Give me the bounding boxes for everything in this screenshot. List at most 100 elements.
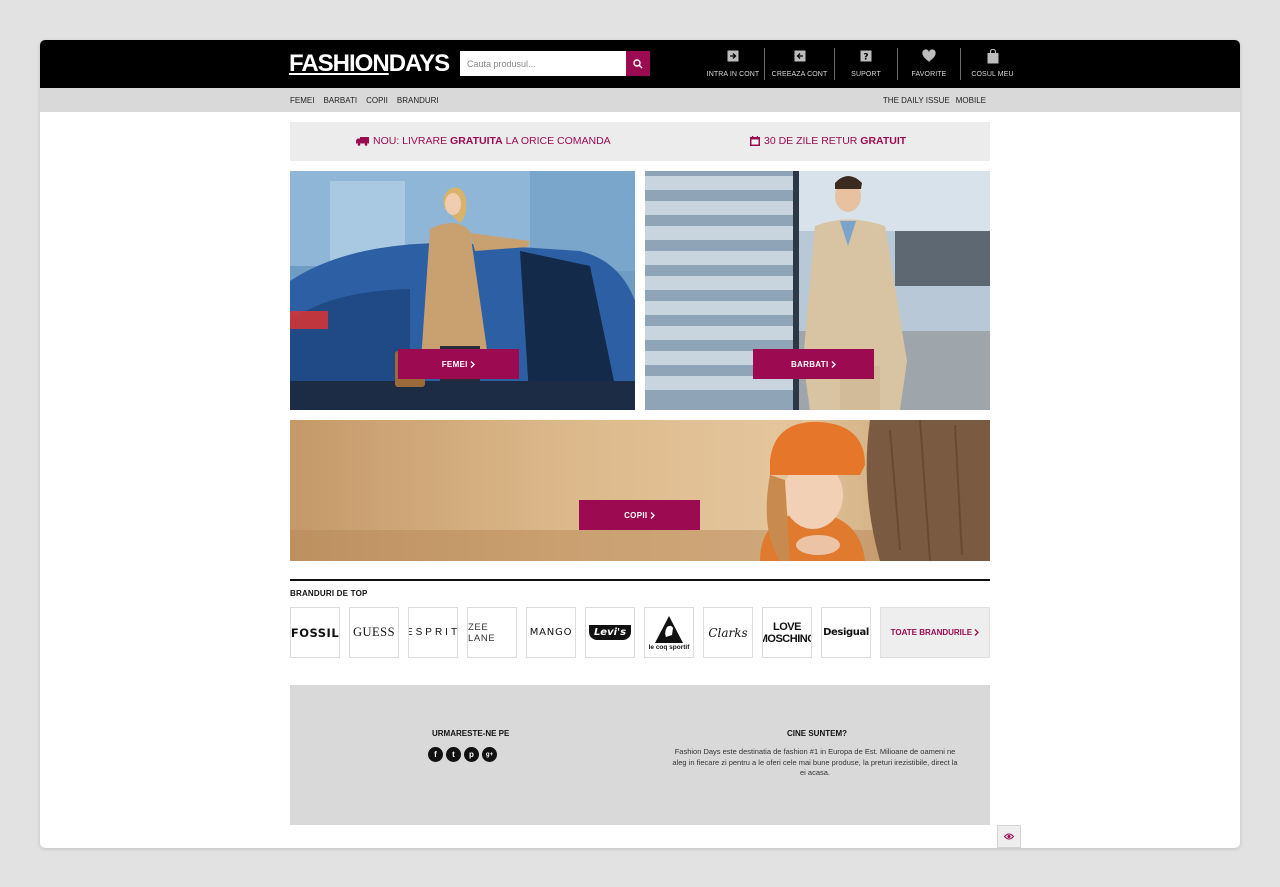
chevron-right-icon	[470, 360, 476, 368]
banner-men[interactable]: BARBATI	[645, 171, 990, 410]
all-brands-label: TOATE BRANDURILE	[890, 628, 973, 637]
chevron-right-icon	[831, 360, 836, 368]
brands-divider	[290, 579, 990, 581]
men-cta-button[interactable]: BARBATI	[753, 349, 874, 379]
moschino-line-love: LOVE	[773, 620, 801, 633]
brand-esprit-logo: ESPRIT	[408, 627, 458, 638]
search-button[interactable]	[626, 51, 650, 76]
social-links: f t p g+	[428, 747, 497, 762]
brand-fossil-logo: FOSSIL	[290, 625, 340, 640]
brand-mango[interactable]: MANGO	[526, 607, 576, 658]
preview-toggle-button[interactable]	[997, 825, 1021, 848]
fashion-days-logo[interactable]: FASHIONDAYS	[289, 50, 450, 78]
twitter-icon[interactable]: t	[446, 747, 461, 762]
search-input[interactable]	[460, 51, 626, 76]
logo-word-days: DAYS	[388, 50, 450, 77]
kids-banner-image	[290, 420, 990, 561]
support-label: SUPORT	[851, 71, 881, 78]
calendar-icon	[750, 136, 760, 146]
men-cta-label: BARBATI	[790, 359, 829, 369]
brand-fossil[interactable]: FOSSIL	[290, 607, 340, 658]
brands-row: FOSSIL GUESS ESPRIT ZEE LANE MANGO Levi'…	[290, 607, 990, 658]
pinterest-icon[interactable]: p	[464, 747, 479, 762]
brand-zee-lane-logo: ZEE LANE	[468, 621, 496, 644]
banner-women[interactable]: FEMEI	[290, 171, 635, 410]
brand-le-coq-sportif-logo: le coq sportif	[648, 643, 690, 651]
create-account-link[interactable]: CREEAZA CONT	[765, 48, 835, 80]
heart-icon	[922, 49, 936, 63]
brand-le-coq-sportif[interactable]: le coq sportif	[644, 607, 694, 658]
promo2-bold: GRATUIT	[860, 135, 907, 147]
women-cta-label: FEMEI	[441, 359, 468, 369]
all-brands-button[interactable]: TOATE BRANDURILE	[880, 607, 990, 658]
footer: URMARESTE-NE PE f t p g+ CINE SUNTEM? Fa…	[290, 685, 990, 825]
google-plus-icon[interactable]: g+	[482, 747, 497, 762]
promo1-bold: GRATUITA	[450, 135, 503, 147]
search-icon	[633, 58, 643, 68]
facebook-glyph: f	[434, 750, 437, 759]
cart-link[interactable]: COSUL MEU	[961, 48, 1024, 80]
promo2-prefix: 30 DE ZILE RETUR	[764, 135, 861, 147]
brand-guess-logo: GUESS	[352, 625, 396, 639]
eye-icon	[1004, 833, 1014, 840]
pinterest-glyph: p	[469, 750, 474, 759]
nav-femei[interactable]: FEMEI	[290, 96, 314, 105]
nav-daily-issue[interactable]: THE DAILY ISSUE	[883, 96, 950, 105]
account-menu: INTRA IN CONT CREEAZA CONT ? SUPORT FAVO…	[702, 48, 1024, 80]
brand-love-moschino[interactable]: LOVEMOSCHINO	[762, 607, 812, 658]
facebook-icon[interactable]: f	[428, 747, 443, 762]
chevron-right-icon	[650, 511, 655, 519]
nav-copii[interactable]: COPII	[366, 96, 388, 105]
brand-clarks[interactable]: Clarks	[703, 607, 753, 658]
banner-kids[interactable]: COPII	[290, 420, 990, 561]
kids-cta-button[interactable]: COPII	[579, 500, 700, 530]
support-link[interactable]: ? SUPORT	[835, 48, 898, 80]
cart-label: COSUL MEU	[971, 71, 1014, 78]
bag-icon	[986, 48, 1000, 63]
brand-desigual-logo: Desigual	[823, 627, 869, 638]
favorites-link[interactable]: FAVORITE	[898, 48, 961, 80]
women-cta-button[interactable]: FEMEI	[398, 349, 519, 379]
top-header: FASHIONDAYS INTRA IN CONT CREEAZA CONT	[40, 40, 1240, 88]
nav-mobile[interactable]: MOBILE	[956, 96, 986, 105]
truck-icon	[356, 136, 369, 146]
free-delivery-promo: NOU: LIVRARE GRATUITA LA ORICE COMANDA	[356, 135, 611, 147]
chevron-right-icon	[974, 629, 980, 636]
login-label: INTRA IN CONT	[706, 71, 760, 78]
rooster-icon	[655, 615, 683, 643]
promo1-prefix: NOU: LIVRARE	[373, 135, 451, 147]
google-plus-glyph: g+	[485, 751, 494, 758]
promo1-suffix: LA ORICE COMANDA	[502, 135, 611, 147]
about-us-title: CINE SUNTEM?	[787, 729, 847, 738]
brand-desigual[interactable]: Desigual	[821, 607, 871, 658]
login-icon	[726, 49, 740, 63]
twitter-glyph: t	[452, 750, 455, 759]
logo-word-fashion: FASHION	[289, 50, 390, 77]
moschino-line-moschino: MOSCHINO	[763, 632, 811, 645]
login-link[interactable]: INTRA IN CONT	[702, 48, 765, 80]
create-account-icon	[793, 49, 807, 63]
brand-zee-lane[interactable]: ZEE LANE	[467, 607, 517, 658]
brand-love-moschino-logo: LOVEMOSCHINO	[763, 620, 811, 645]
kids-cta-label: COPII	[624, 510, 648, 520]
favorites-label: FAVORITE	[911, 71, 947, 78]
free-returns-promo: 30 DE ZILE RETUR GRATUIT	[750, 135, 906, 147]
brand-levis-logo: Levi's	[588, 625, 632, 640]
promo-bar: NOU: LIVRARE GRATUITA LA ORICE COMANDA 3…	[290, 122, 990, 161]
support-icon: ?	[859, 49, 873, 63]
brand-levis[interactable]: Levi's	[585, 607, 635, 658]
nav-branduri[interactable]: BRANDURI	[397, 96, 439, 105]
brand-mango-logo: MANGO	[529, 627, 573, 638]
about-us-text: Fashion Days este destinatia de fashion …	[672, 747, 958, 777]
brand-guess[interactable]: GUESS	[349, 607, 399, 658]
brand-clarks-logo: Clarks	[708, 625, 748, 640]
brands-section-title: BRANDURI DE TOP	[290, 589, 368, 598]
svg-text:?: ?	[863, 53, 868, 63]
search-bar	[460, 51, 650, 76]
brand-esprit[interactable]: ESPRIT	[408, 607, 458, 658]
category-nav: FEMEI BARBATI COPII BRANDURI THE DAILY I…	[40, 88, 1240, 112]
nav-barbati[interactable]: BARBATI	[323, 96, 357, 105]
create-account-label: CREEAZA CONT	[771, 71, 828, 78]
browser-window: FASHIONDAYS INTRA IN CONT CREEAZA CONT	[40, 40, 1240, 848]
follow-us-title: URMARESTE-NE PE	[432, 729, 510, 738]
